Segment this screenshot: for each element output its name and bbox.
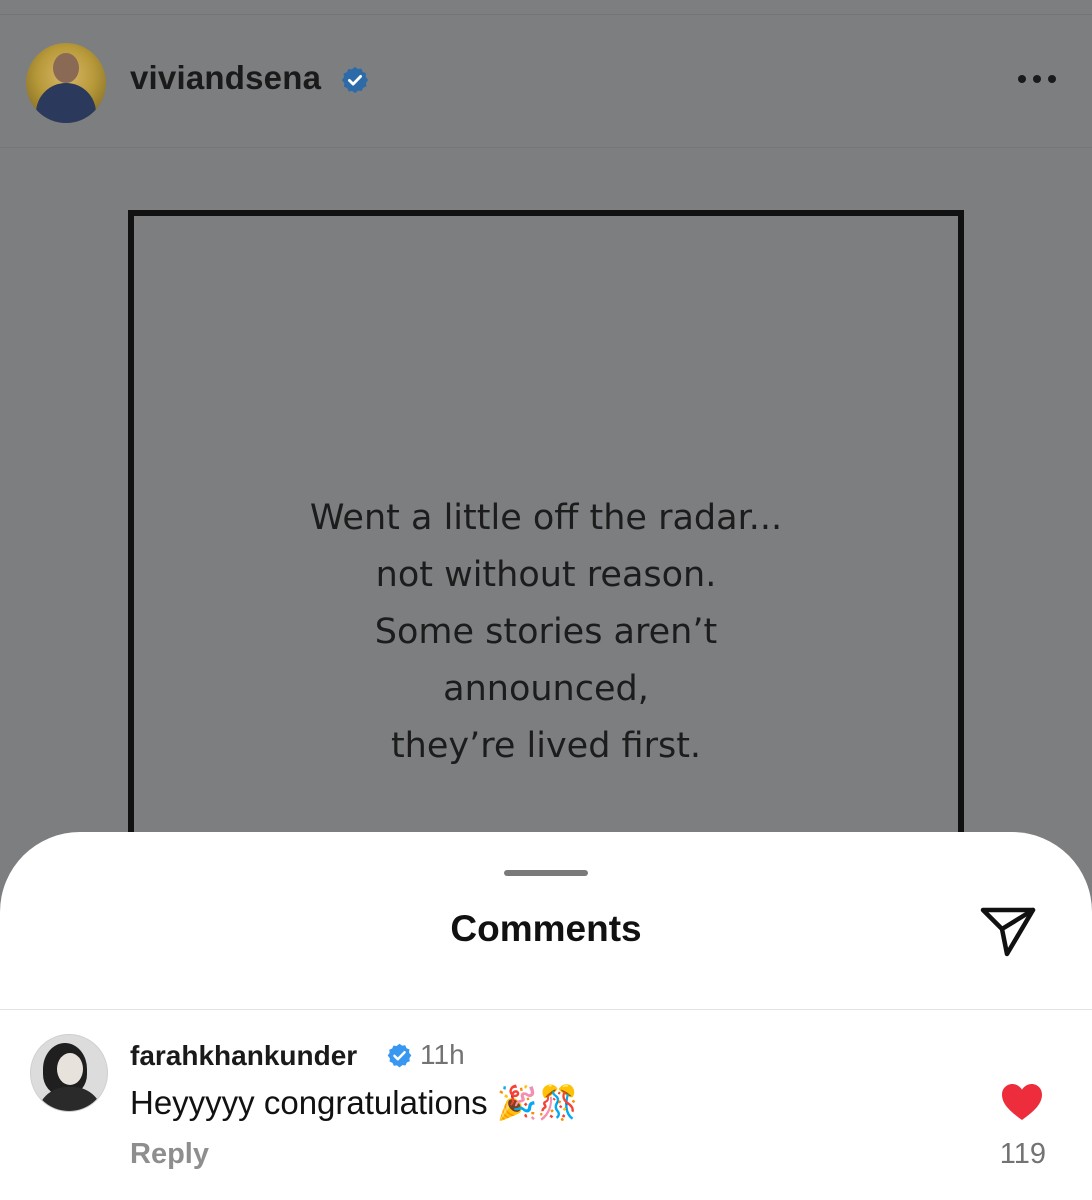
sheet-divider: [0, 1009, 1092, 1010]
send-icon[interactable]: [978, 902, 1038, 960]
post-text-line: not without reason.: [375, 555, 717, 595]
post-text-line: they’re lived first.: [390, 726, 702, 766]
comments-title: Comments: [450, 908, 642, 949]
comment-item: farahkhankunder 11h Heyyyyy congratulati…: [0, 1022, 1092, 1192]
comments-sheet: Comments farahkhankunder 11h Heyyyyy con…: [0, 832, 1092, 1200]
post-text-line: Some stories aren’t: [374, 612, 718, 652]
commenter-username[interactable]: farahkhankunder: [130, 1040, 357, 1072]
like-count: 119: [999, 1138, 1046, 1170]
verified-badge-icon: [341, 66, 369, 94]
post-text-line: Went a little off the radar...: [309, 498, 783, 538]
post-text-line: announced,: [443, 669, 649, 709]
post-author-avatar[interactable]: [26, 43, 106, 123]
reply-button[interactable]: Reply: [130, 1138, 209, 1171]
heart-icon[interactable]: [1000, 1082, 1044, 1122]
verified-badge-icon: [387, 1043, 412, 1068]
post-author-username[interactable]: viviandsena: [130, 59, 321, 97]
comment-text: Heyyyyy congratulations 🎉🎊: [130, 1084, 580, 1121]
comment-timestamp: 11h: [420, 1039, 465, 1070]
commenter-avatar[interactable]: [30, 1034, 108, 1112]
header-divider: [0, 147, 1092, 148]
post-image-text: Went a little off the radar... not witho…: [128, 490, 964, 775]
post-header: viviandsena: [0, 15, 1092, 148]
more-options-icon[interactable]: [1016, 73, 1058, 85]
sheet-grabber-handle[interactable]: [504, 870, 588, 876]
